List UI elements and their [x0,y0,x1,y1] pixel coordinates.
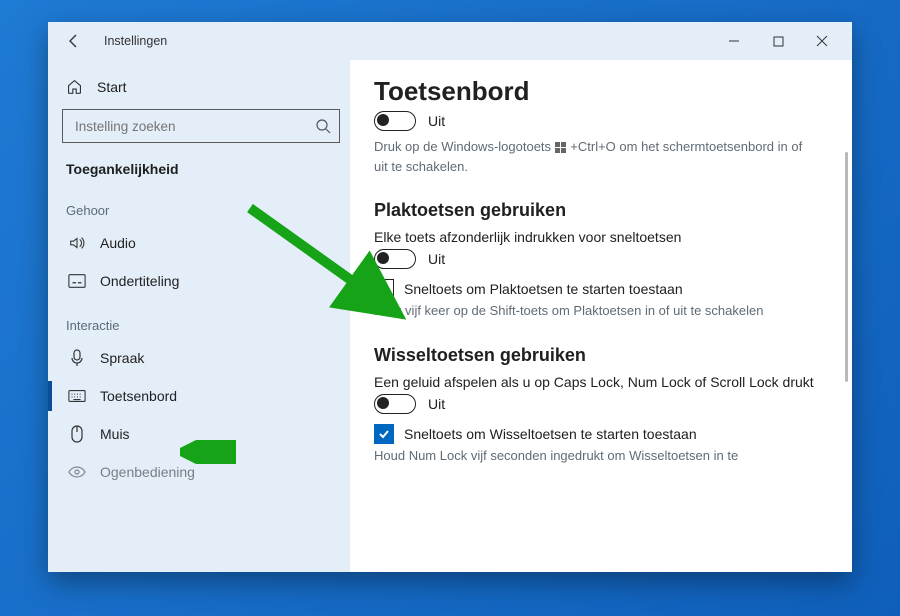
maximize-icon [773,36,784,47]
sticky-description: Elke toets afzonderlijk indrukken voor s… [374,229,828,245]
settings-window: Instellingen Start [48,22,852,572]
back-button[interactable] [62,29,86,53]
search-input[interactable] [73,118,315,135]
sticky-toggle[interactable] [374,249,416,269]
sidebar-group-gehoor: Gehoor [62,185,340,224]
section-toggle-title: Wisseltoetsen gebruiken [374,345,828,366]
togglekeys-description: Een geluid afspelen als u op Caps Lock, … [374,374,828,390]
microphone-icon [70,349,84,367]
minimize-button[interactable] [712,25,756,57]
scrollbar[interactable] [845,152,848,382]
sidebar-item-muis[interactable]: Muis [62,415,340,453]
sticky-shortcut-label: Sneltoets om Plaktoetsen te starten toes… [404,281,683,297]
togglekeys-shortcut-checkbox[interactable] [374,424,394,444]
close-icon [816,35,828,47]
window-title: Instellingen [104,34,167,48]
sidebar-category[interactable]: Toegankelijkheid [62,143,340,185]
sidebar-item-label: Muis [100,426,130,442]
togglekeys-shortcut-label: Sneltoets om Wisseltoetsen te starten to… [404,426,697,442]
osk-description: Druk op de Windows-logotoets +Ctrl+O om … [374,137,804,176]
togglekeys-toggle[interactable] [374,394,416,414]
sidebar-item-toetsenbord[interactable]: Toetsenbord [62,377,340,415]
search-box[interactable] [62,109,340,143]
keyboard-icon [68,389,86,403]
section-sticky-title: Plaktoetsen gebruiken [374,200,828,221]
sidebar-item-label: Ondertiteling [100,273,179,289]
sidebar-group-interactie: Interactie [62,300,340,339]
cc-icon [68,273,86,289]
sticky-shortcut-checkbox[interactable] [374,279,394,299]
sidebar-item-ondertiteling[interactable]: Ondertiteling [62,262,340,300]
sidebar-item-oogbediening[interactable]: Ogenbediening [62,453,340,491]
togglekeys-toggle-state: Uit [428,396,445,412]
page-title: Toetsenbord [374,76,828,107]
home-icon [66,78,83,95]
osk-toggle-state: Uit [428,113,445,129]
sidebar-item-label: Ogenbediening [100,464,195,480]
sidebar-item-label: Toetsenbord [100,388,177,404]
arrow-left-icon [66,33,82,49]
windows-logo-icon [555,142,567,154]
sidebar-item-label: Audio [100,235,136,251]
sidebar-home-label: Start [97,79,127,95]
sticky-hint: Druk vijf keer op de Shift-toets om Plak… [374,301,804,321]
check-icon [378,428,390,440]
sidebar-item-label: Spraak [100,350,144,366]
main-pane: Toetsenbord Uit Druk op de Windows-logot… [350,60,852,572]
sidebar-item-spraak[interactable]: Spraak [62,339,340,377]
close-button[interactable] [800,25,844,57]
maximize-button[interactable] [756,25,800,57]
eye-icon [68,466,86,478]
sidebar-item-audio[interactable]: Audio [62,224,340,262]
sidebar: Start Toegankelijkheid Gehoor Audio Onde… [48,60,350,572]
minimize-icon [728,35,740,47]
speaker-icon [68,234,86,252]
mouse-icon [70,425,84,443]
titlebar: Instellingen [48,22,852,60]
togglekeys-hint: Houd Num Lock vijf seconden ingedrukt om… [374,446,804,466]
sidebar-home[interactable]: Start [62,72,340,109]
sticky-toggle-state: Uit [428,251,445,267]
osk-toggle[interactable] [374,111,416,131]
search-icon [315,118,331,134]
